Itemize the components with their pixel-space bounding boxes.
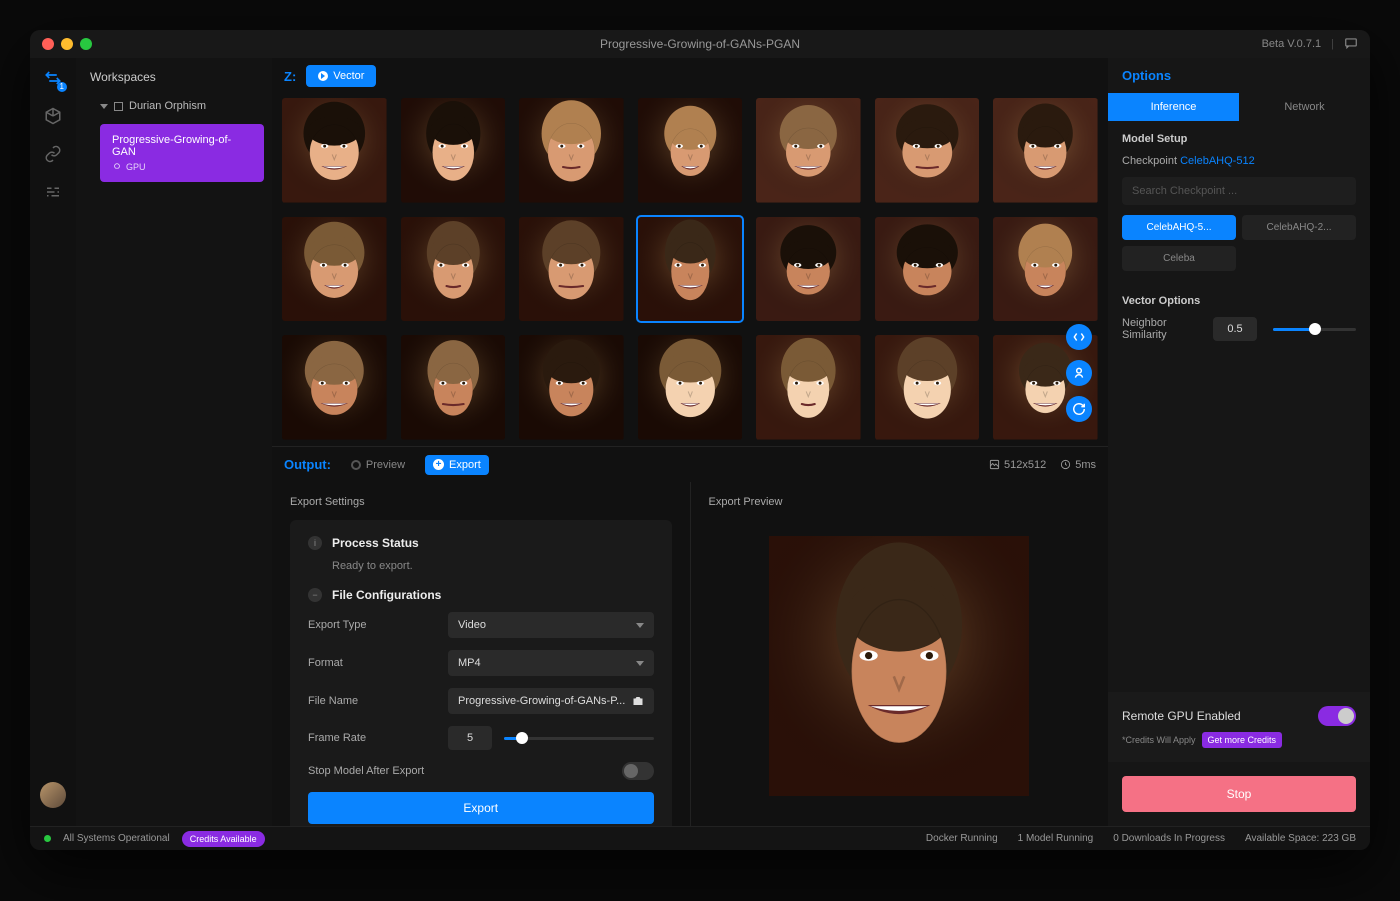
icon-sidebar: 1: [30, 58, 76, 826]
checkpoint-link[interactable]: CelebAHQ-512: [1180, 155, 1255, 167]
status-message: Ready to export.: [332, 560, 654, 572]
window-title: Progressive-Growing-of-GANs-PGAN: [600, 37, 800, 51]
filename-input[interactable]: Progressive-Growing-of-GANs-P...: [448, 688, 654, 714]
credits-pill[interactable]: Credits Available: [182, 831, 265, 847]
vector-options-heading: Vector Options: [1122, 295, 1356, 307]
gpu-panel: Remote GPU Enabled *Credits Will Apply G…: [1108, 692, 1370, 762]
face-thumbnail[interactable]: [875, 335, 980, 440]
preview-image: [769, 536, 1029, 796]
face-thumbnail[interactable]: [282, 335, 387, 440]
z-header: Z: Vector: [272, 58, 1108, 94]
stop-button[interactable]: Stop: [1122, 776, 1356, 812]
export-button[interactable]: + Export: [425, 455, 489, 475]
export-type-select[interactable]: Video: [448, 612, 654, 638]
face-thumbnail[interactable]: [756, 98, 861, 203]
window-maximize[interactable]: [80, 38, 92, 50]
chat-icon[interactable]: [1344, 36, 1358, 53]
export-submit-button[interactable]: Export: [308, 792, 654, 824]
status-downloads: 0 Downloads In Progress: [1113, 833, 1225, 844]
status-docker: Docker Running: [926, 833, 998, 844]
gpu-title: Remote GPU Enabled: [1122, 709, 1241, 723]
output-bar: Output: Preview + Export 512x512: [272, 446, 1108, 482]
output-label: Output:: [284, 457, 331, 472]
neighbor-value[interactable]: 0.5: [1213, 317, 1257, 341]
face-thumbnail[interactable]: [756, 335, 861, 440]
cube-icon[interactable]: [43, 106, 63, 126]
play-icon: [318, 71, 328, 81]
vector-button[interactable]: Vector: [306, 65, 376, 87]
sidebar-title: Workspaces: [76, 70, 272, 94]
face-thumbnail[interactable]: [875, 98, 980, 203]
face-thumbnail[interactable]: [519, 98, 624, 203]
badge: 1: [57, 82, 67, 92]
caret-down-icon: [100, 104, 108, 109]
window-minimize[interactable]: [61, 38, 73, 50]
output-time: 5ms: [1060, 459, 1096, 471]
preview-button[interactable]: Preview: [343, 455, 413, 475]
z-label: Z:: [284, 69, 296, 84]
settings-icon[interactable]: [43, 182, 63, 202]
face-thumbnail[interactable]: [401, 98, 506, 203]
face-thumbnail[interactable]: [638, 217, 743, 322]
face-thumbnail[interactable]: [519, 217, 624, 322]
face-thumbnail[interactable]: [638, 98, 743, 203]
workspace-item[interactable]: Durian Orphism: [76, 94, 272, 118]
window-close[interactable]: [42, 38, 54, 50]
output-size: 512x512: [989, 459, 1046, 471]
status-dot-icon: [44, 835, 51, 842]
tab-network[interactable]: Network: [1239, 93, 1370, 121]
status-operational: All Systems Operational: [63, 833, 170, 844]
plus-icon: +: [433, 459, 444, 470]
options-title: Options: [1108, 58, 1370, 93]
gpu-toggle[interactable]: [1318, 706, 1356, 726]
swap-icon[interactable]: 1: [43, 68, 63, 88]
fab-add-icon[interactable]: [1066, 360, 1092, 386]
file-config-heading: File Configurations: [332, 588, 441, 602]
face-thumbnail[interactable]: [993, 217, 1098, 322]
export-settings-title: Export Settings: [290, 496, 672, 508]
info-icon: i: [308, 536, 322, 550]
face-thumbnail[interactable]: [282, 98, 387, 203]
status-models: 1 Model Running: [1018, 833, 1094, 844]
status-bar: All Systems Operational Credits Availabl…: [30, 826, 1370, 850]
face-thumbnail[interactable]: [875, 217, 980, 322]
checkpoint-search[interactable]: Search Checkpoint ...: [1122, 177, 1356, 205]
options-panel: Options Inference Network Model Setup Ch…: [1108, 58, 1370, 826]
neighbor-slider[interactable]: [1273, 328, 1356, 331]
status-space: Available Space: 223 GB: [1245, 833, 1356, 844]
export-preview-title: Export Preview: [709, 496, 1091, 508]
circle-icon: [351, 460, 361, 470]
fab-refresh-icon[interactable]: [1066, 396, 1092, 422]
get-credits-link[interactable]: Get more Credits: [1202, 732, 1283, 748]
face-thumbnail[interactable]: [993, 98, 1098, 203]
face-thumbnail[interactable]: [282, 217, 387, 322]
checkpoint-option-1[interactable]: CelebAHQ-5...: [1122, 215, 1236, 240]
face-thumbnail[interactable]: [519, 335, 624, 440]
titlebar: Progressive-Growing-of-GANs-PGAN Beta V.…: [30, 30, 1370, 58]
model-card[interactable]: Progressive-Growing-of-GAN GPU: [100, 124, 264, 182]
format-select[interactable]: MP4: [448, 650, 654, 676]
version-label: Beta V.0.7.1: [1262, 38, 1322, 50]
checkpoint-option-3[interactable]: Celeba: [1122, 246, 1236, 271]
link-icon[interactable]: [43, 144, 63, 164]
framerate-input[interactable]: 5: [448, 726, 492, 750]
checkpoint-option-2[interactable]: CelebAHQ-2...: [1242, 215, 1356, 240]
model-setup-heading: Model Setup: [1122, 133, 1356, 145]
process-status-heading: Process Status: [332, 536, 419, 550]
framerate-slider[interactable]: [504, 737, 654, 740]
face-thumbnail[interactable]: [638, 335, 743, 440]
collapse-icon[interactable]: −: [308, 588, 322, 602]
face-thumbnail[interactable]: [401, 335, 506, 440]
face-thumbnail[interactable]: [401, 217, 506, 322]
face-thumbnail[interactable]: [756, 217, 861, 322]
face-grid: [282, 98, 1098, 446]
stop-after-toggle[interactable]: [622, 762, 654, 780]
tab-inference[interactable]: Inference: [1108, 93, 1239, 121]
fab-expand-icon[interactable]: [1066, 324, 1092, 350]
workspace-sidebar: Workspaces Durian Orphism Progressive-Gr…: [76, 58, 272, 826]
workspace-icon: [114, 102, 123, 111]
user-avatar[interactable]: [40, 782, 66, 808]
